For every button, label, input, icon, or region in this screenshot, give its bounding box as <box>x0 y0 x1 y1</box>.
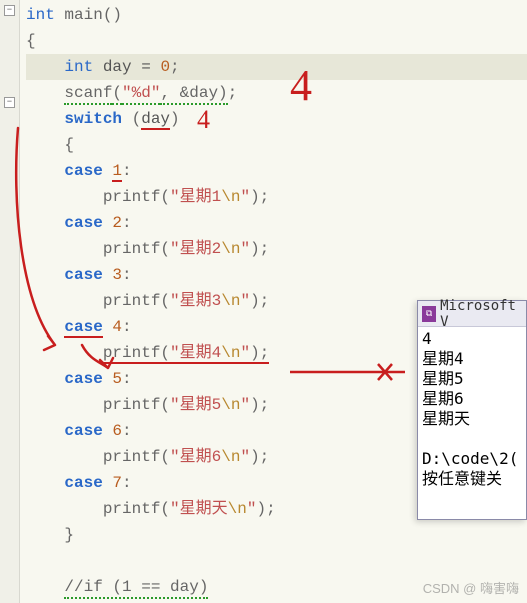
console-title-text: Microsoft V <box>440 298 522 330</box>
console-window[interactable]: ⧉ Microsoft V 4 星期4 星期5 星期6 星期天 D:\code\… <box>417 300 527 520</box>
vs-icon: ⧉ <box>422 306 436 322</box>
code-line[interactable]: scanf("%d", &day); <box>26 80 527 106</box>
code-line[interactable]: int main() <box>26 2 527 28</box>
code-line[interactable]: } <box>26 522 527 548</box>
code-line[interactable]: { <box>26 28 527 54</box>
code-line[interactable]: { <box>26 132 527 158</box>
console-output: 4 星期4 星期5 星期6 星期天 D:\code\2( 按任意键关 <box>418 327 526 491</box>
code-line[interactable]: switch (day) <box>26 106 527 132</box>
watermark: CSDN @ 嗨害嗨 <box>423 578 519 597</box>
code-line[interactable]: printf("星期2\n"); <box>26 236 527 262</box>
code-line[interactable]: case 1: <box>26 158 527 184</box>
code-line[interactable] <box>26 548 527 574</box>
code-line[interactable]: case 2: <box>26 210 527 236</box>
code-line[interactable]: printf("星期1\n"); <box>26 184 527 210</box>
code-line[interactable]: case 3: <box>26 262 527 288</box>
fold-icon[interactable]: − <box>4 5 15 16</box>
code-line[interactable]: int day = 0; <box>26 54 527 80</box>
console-titlebar[interactable]: ⧉ Microsoft V <box>418 301 526 327</box>
fold-icon[interactable]: − <box>4 97 15 108</box>
fold-gutter: − − <box>0 0 20 603</box>
